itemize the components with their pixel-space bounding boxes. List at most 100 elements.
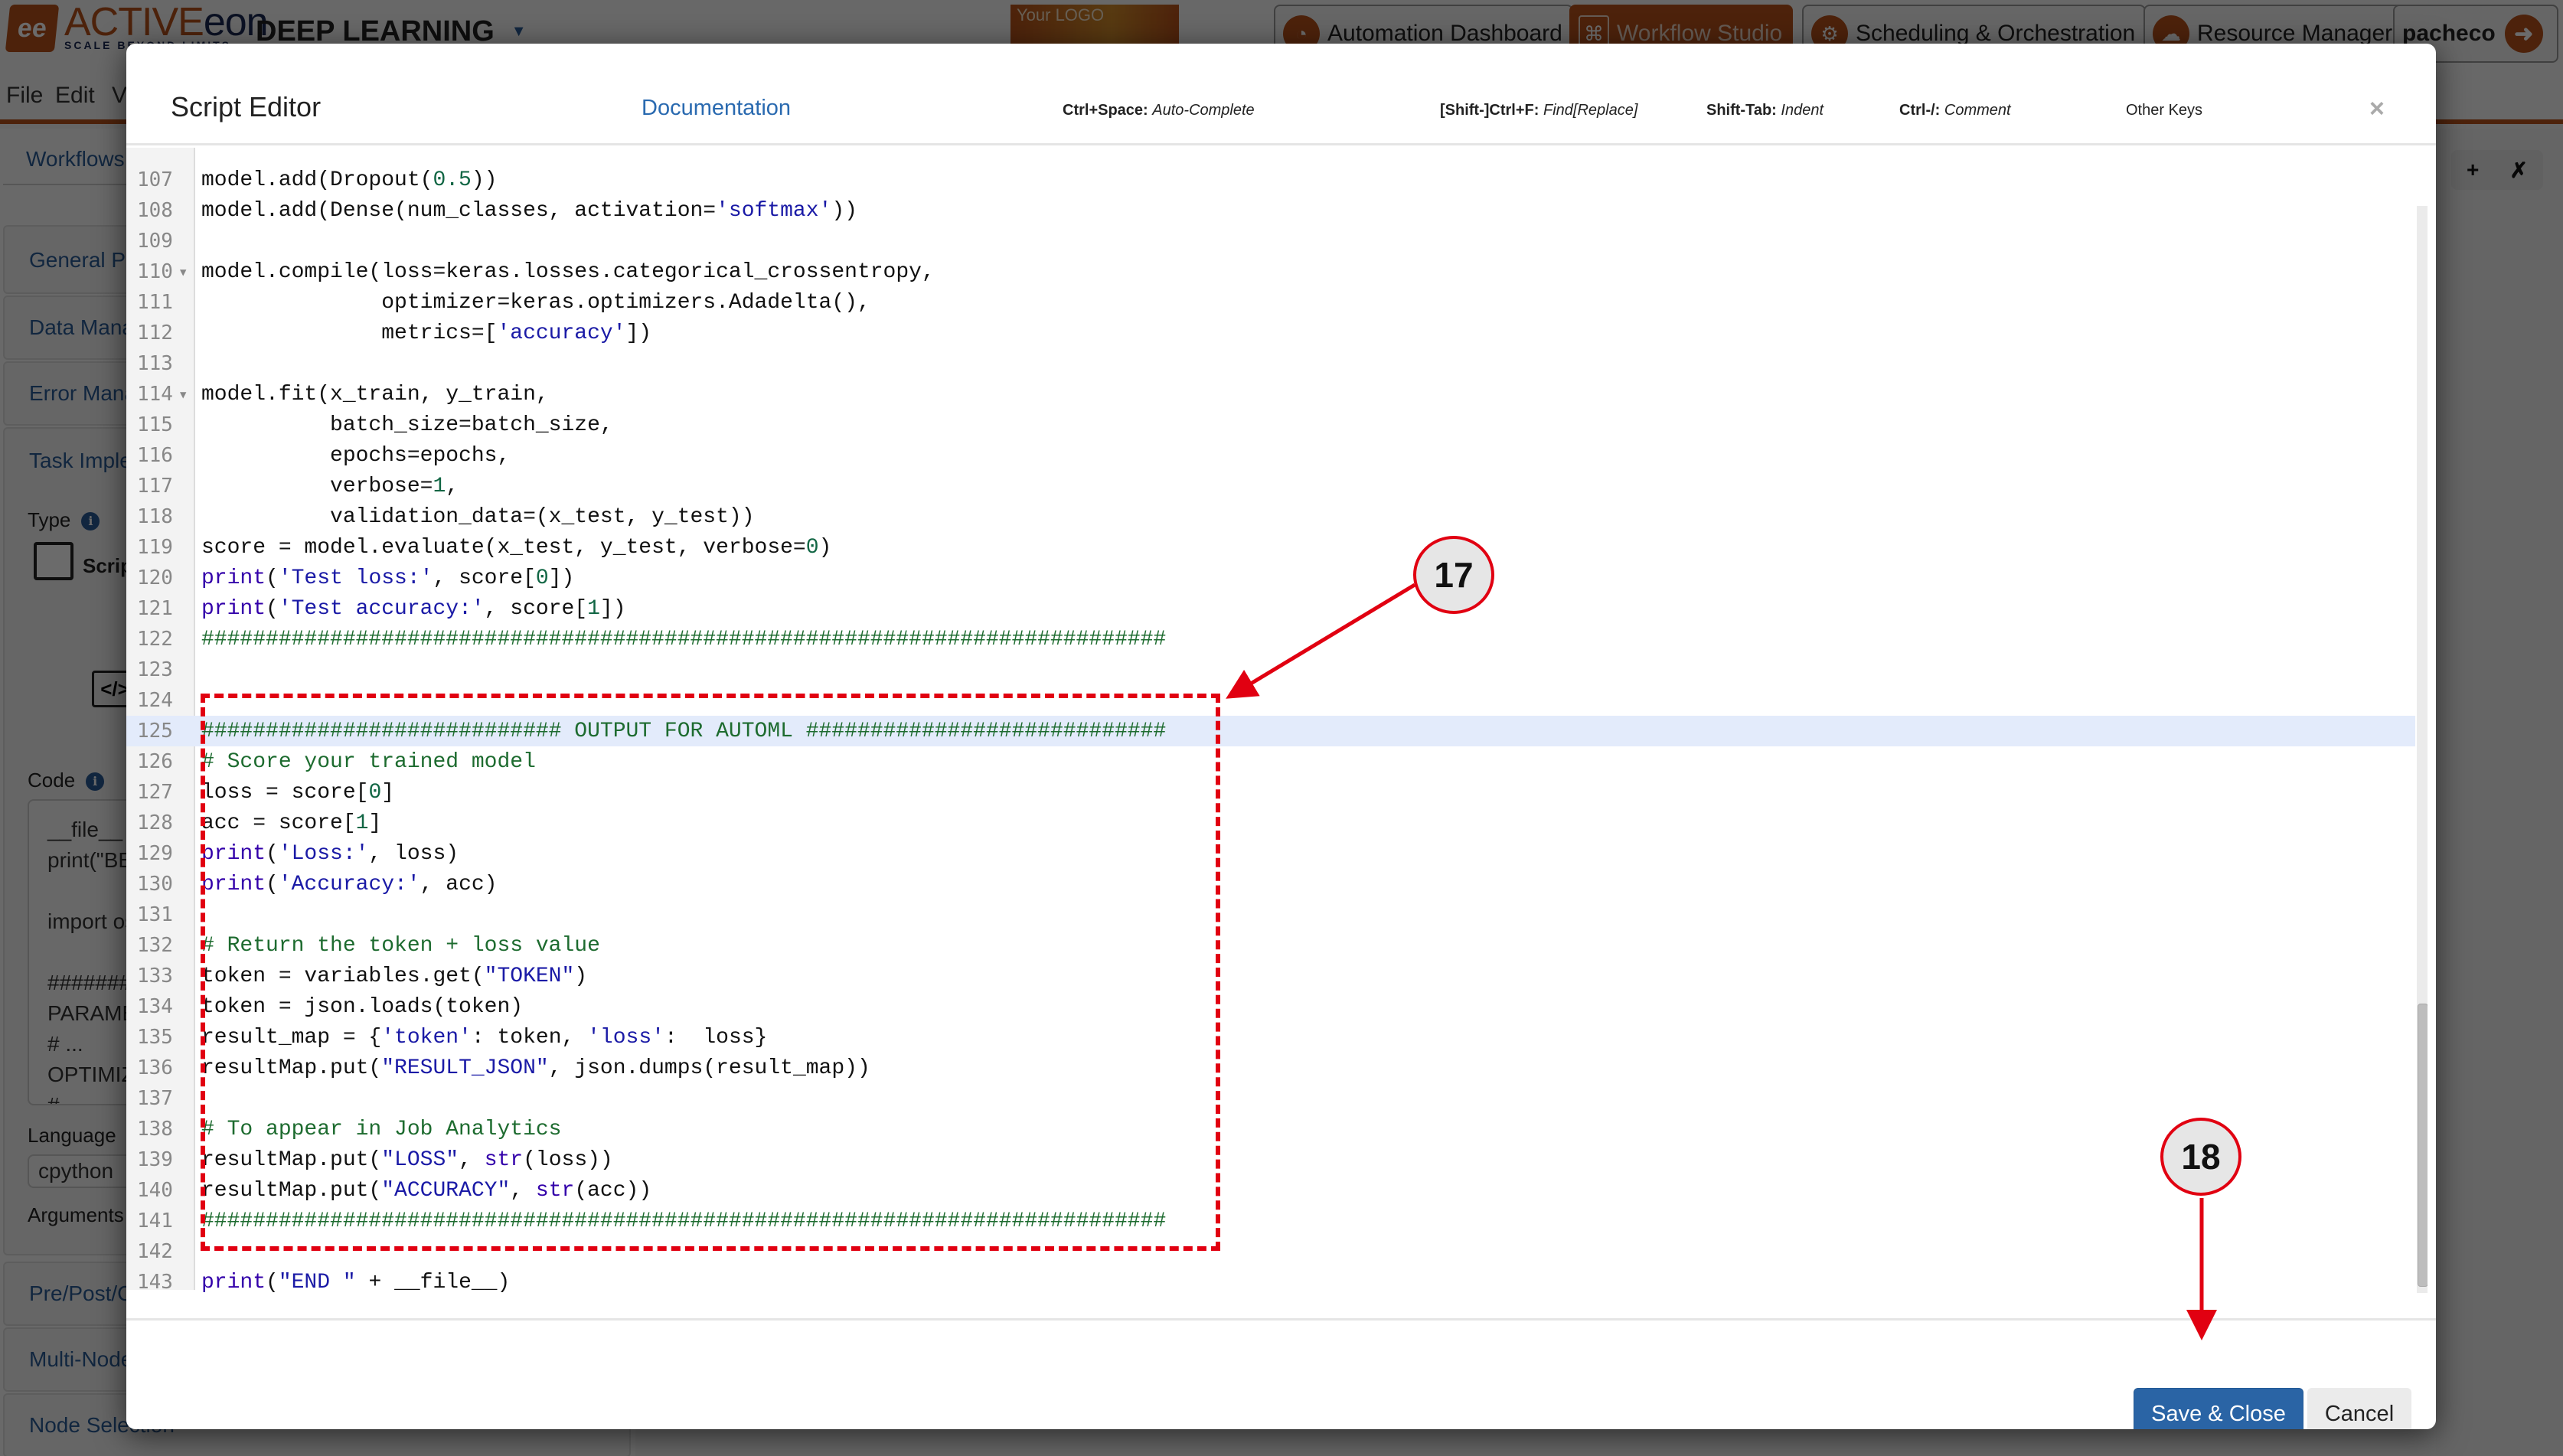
code-token: model.fit(x_train, y_train, bbox=[201, 382, 549, 406]
code-line[interactable]: 117 verbose=1, bbox=[126, 471, 2415, 501]
code-token: metrics=[ bbox=[201, 321, 498, 345]
line-number: 110 ▼ bbox=[137, 260, 187, 283]
other-keys-link[interactable]: Other Keys bbox=[2126, 102, 2202, 119]
code-text: score = model.evaluate(x_test, y_test, v… bbox=[195, 536, 831, 560]
code-line[interactable]: 110 ▼ model.compile(loss=keras.losses.cate… bbox=[126, 256, 2415, 287]
code-token: 0 bbox=[535, 566, 549, 590]
line-number: 120 bbox=[137, 566, 173, 589]
code-token: 0 bbox=[805, 535, 819, 560]
code-token: , bbox=[446, 474, 459, 498]
code-line[interactable]: 108 model.add(Dense(num_classes, activati… bbox=[126, 195, 2415, 226]
code-text: model.add(Dropout(0.5)) bbox=[195, 168, 497, 192]
line-number: 117 bbox=[137, 475, 173, 498]
code-line[interactable]: 116 epochs=epochs, bbox=[126, 440, 2415, 471]
cancel-button[interactable]: Cancel bbox=[2307, 1388, 2411, 1429]
line-number: 107 bbox=[137, 168, 173, 191]
code-text: model.add(Dense(num_classes, activation=… bbox=[195, 199, 857, 223]
code-token: 0.5 bbox=[433, 168, 472, 192]
code-text: model.compile(loss=keras.losses.categori… bbox=[195, 260, 935, 284]
code-text: epochs=epochs, bbox=[195, 444, 510, 468]
code-line[interactable]: 118 validation_data=(x_test, y_test)) bbox=[126, 501, 2415, 532]
dialog-header: Script Editor Documentation Ctrl+Space: … bbox=[126, 44, 2436, 145]
line-number: 112 bbox=[137, 322, 173, 344]
code-token: ]) bbox=[625, 321, 652, 345]
code-token: ) bbox=[818, 535, 832, 560]
line-number: 109 bbox=[137, 230, 173, 253]
code-token: 1 bbox=[433, 474, 446, 498]
line-number: 139 bbox=[137, 1148, 173, 1171]
close-icon[interactable]: × bbox=[2369, 94, 2385, 124]
code-token: ########################################… bbox=[201, 627, 1167, 651]
code-line[interactable]: 107 model.add(Dropout(0.5)) bbox=[126, 165, 2415, 195]
code-token: , score[ bbox=[484, 596, 588, 621]
annotation-marker-17: 17 bbox=[1413, 536, 1494, 614]
code-token: ( bbox=[266, 596, 279, 621]
code-token: ( bbox=[266, 1270, 279, 1294]
code-token: "END " bbox=[278, 1270, 356, 1294]
annotation-highlight-box bbox=[201, 694, 1220, 1251]
dialog-title: Script Editor bbox=[171, 91, 322, 122]
save-close-button[interactable]: Save & Close bbox=[2134, 1388, 2303, 1429]
line-number: 108 bbox=[137, 199, 173, 222]
code-token: model.add(Dense(num_classes, activation= bbox=[201, 198, 717, 223]
line-number: 114 ▼ bbox=[137, 383, 187, 406]
code-line[interactable]: 122 #####################################… bbox=[126, 624, 2415, 655]
editor-scrollbar-thumb[interactable] bbox=[2418, 1004, 2428, 1287]
line-number: 115 bbox=[137, 413, 173, 436]
annotation-marker-18: 18 bbox=[2160, 1118, 2241, 1196]
code-token: ]) bbox=[599, 596, 626, 621]
code-token: model.add(Dropout( bbox=[201, 168, 433, 192]
dialog-footer: Save & Close Cancel bbox=[126, 1318, 2436, 1429]
line-number: 128 bbox=[137, 811, 173, 834]
code-line[interactable]: 123 bbox=[126, 655, 2415, 685]
shortcut-hint-autocomplete: Ctrl+Space: Auto-Complete bbox=[1063, 102, 1255, 119]
line-number: 124 bbox=[137, 689, 173, 712]
code-line[interactable]: 109 bbox=[126, 226, 2415, 256]
line-number: 126 bbox=[137, 750, 173, 773]
code-text: print("END " + __file__) bbox=[195, 1271, 510, 1294]
line-number: 131 bbox=[137, 903, 173, 926]
code-token: + __file__) bbox=[355, 1270, 511, 1294]
code-line[interactable]: 120 print('Test loss:', score[0]) bbox=[126, 563, 2415, 593]
code-token: print bbox=[201, 1270, 266, 1294]
code-token: 1 bbox=[587, 596, 600, 621]
documentation-link[interactable]: Documentation bbox=[642, 96, 791, 121]
line-number: 127 bbox=[137, 781, 173, 804]
line-number: 135 bbox=[137, 1026, 173, 1049]
line-number: 121 bbox=[137, 597, 173, 620]
code-token: print bbox=[201, 566, 266, 590]
line-number: 113 bbox=[137, 352, 173, 375]
code-line[interactable]: 121 print('Test accuracy:', score[1]) bbox=[126, 593, 2415, 624]
code-line[interactable]: 115 batch_size=batch_size, bbox=[126, 410, 2415, 440]
code-text: print('Test loss:', score[0]) bbox=[195, 566, 574, 590]
line-number: 129 bbox=[137, 842, 173, 865]
code-line[interactable]: 114 ▼ model.fit(x_train, y_train, bbox=[126, 379, 2415, 410]
code-token: 'Test loss:' bbox=[278, 566, 433, 590]
line-number: 132 bbox=[137, 934, 173, 957]
code-token: validation_data=(x_test, y_test)) bbox=[201, 504, 755, 529]
line-number: 125 bbox=[137, 720, 173, 743]
code-text: validation_data=(x_test, y_test)) bbox=[195, 505, 755, 529]
line-number: 141 bbox=[137, 1210, 173, 1232]
code-line[interactable]: 112 metrics=['accuracy']) bbox=[126, 318, 2415, 348]
code-text: metrics=['accuracy']) bbox=[195, 322, 651, 345]
code-line[interactable]: 143 print("END " + __file__) bbox=[126, 1267, 2415, 1298]
code-token: ( bbox=[266, 566, 279, 590]
code-token: 'accuracy' bbox=[497, 321, 626, 345]
line-number: 137 bbox=[137, 1087, 173, 1110]
line-number: 123 bbox=[137, 658, 173, 681]
shortcut-hint-indent: Shift-Tab: Indent bbox=[1706, 102, 1823, 119]
code-line[interactable]: 113 bbox=[126, 348, 2415, 379]
code-line[interactable]: 111 optimizer=keras.optimizers.Adadelta(… bbox=[126, 287, 2415, 318]
code-text: batch_size=batch_size, bbox=[195, 413, 613, 437]
code-text: model.fit(x_train, y_train, bbox=[195, 383, 549, 406]
code-token: 'softmax' bbox=[716, 198, 832, 223]
line-number: 136 bbox=[137, 1056, 173, 1079]
fold-arrow-icon[interactable]: ▼ bbox=[180, 266, 186, 279]
fold-arrow-icon[interactable]: ▼ bbox=[180, 389, 186, 401]
code-line[interactable]: 119 score = model.evaluate(x_test, y_test… bbox=[126, 532, 2415, 563]
code-text: ########################################… bbox=[195, 628, 1166, 651]
code-token: optimizer=keras.optimizers.Adadelta(), bbox=[201, 290, 870, 315]
code-token: print bbox=[201, 596, 266, 621]
code-token: verbose= bbox=[201, 474, 433, 498]
